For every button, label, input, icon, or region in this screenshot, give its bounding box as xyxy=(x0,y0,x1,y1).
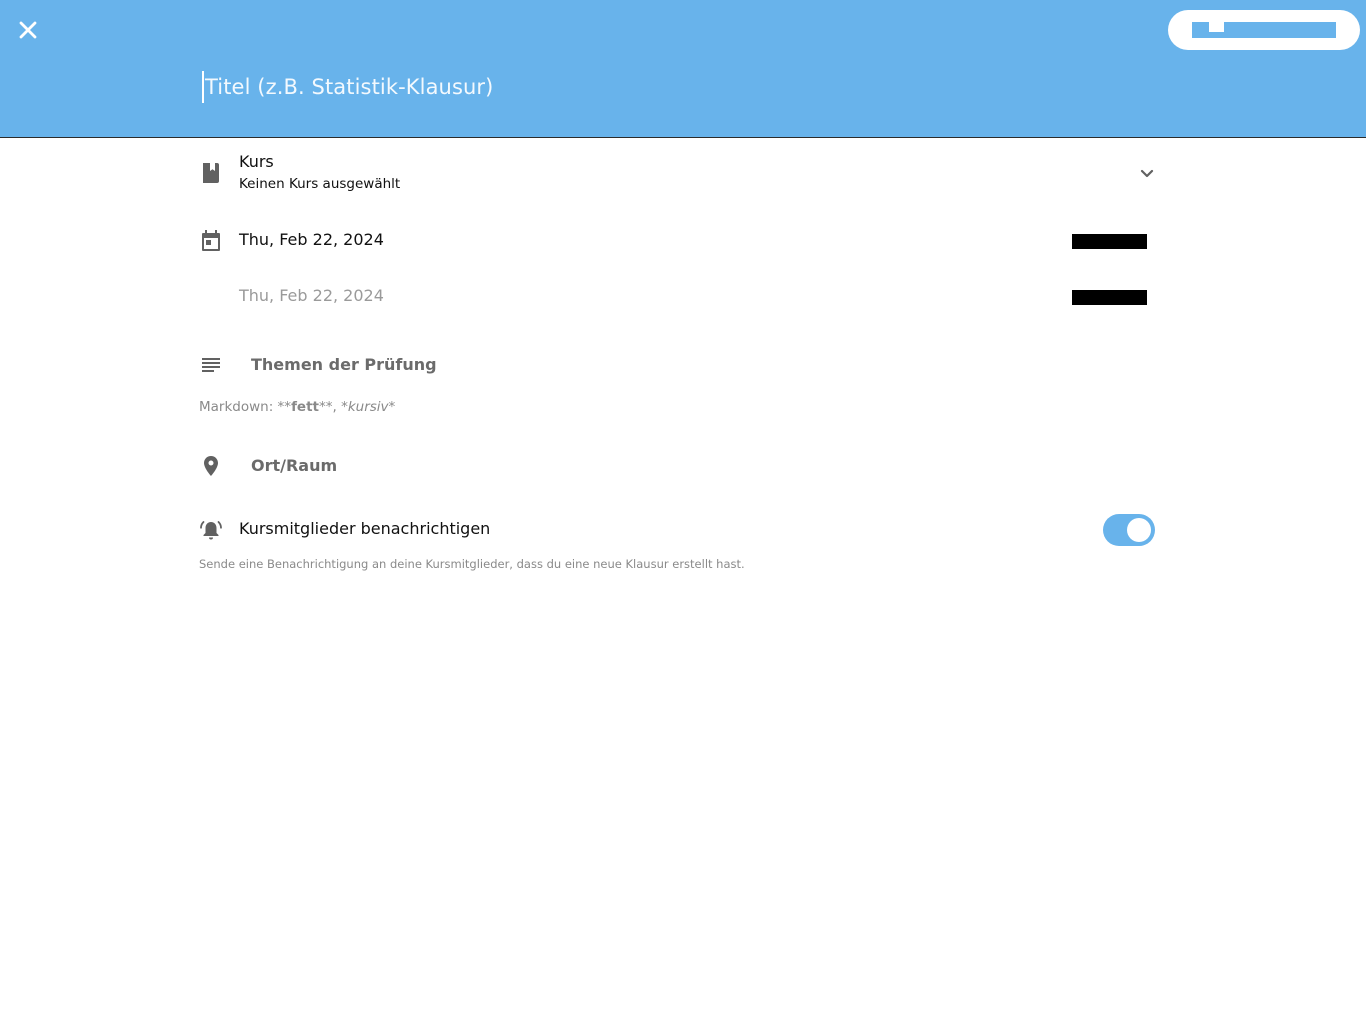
calendar-icon xyxy=(199,229,223,253)
end-date-field[interactable]: Thu, Feb 22, 2024 xyxy=(239,286,384,305)
markdown-middle: **, * xyxy=(319,399,348,415)
end-time-field[interactable] xyxy=(1072,290,1147,305)
location-input[interactable]: Ort/Raum xyxy=(251,456,337,475)
notify-toggle[interactable] xyxy=(1103,514,1155,546)
save-button-placeholder-notch xyxy=(1209,22,1224,32)
app-header: Titel (z.B. Statistik-Klausur) xyxy=(0,0,1366,138)
close-button[interactable] xyxy=(14,16,42,44)
markdown-bold-example: fett xyxy=(291,399,319,415)
alarm-bell-icon xyxy=(199,518,223,542)
book-icon xyxy=(199,161,223,185)
close-icon xyxy=(19,21,37,39)
start-time-field[interactable] xyxy=(1072,234,1147,249)
start-date-field[interactable]: Thu, Feb 22, 2024 xyxy=(239,230,384,249)
course-value[interactable]: Keinen Kurs ausgewählt xyxy=(239,176,400,192)
location-pin-icon xyxy=(199,454,223,478)
markdown-hint: Markdown: **fett**, *kursiv* xyxy=(199,399,395,415)
notes-icon xyxy=(199,353,223,377)
title-placeholder: Titel (z.B. Statistik-Klausur) xyxy=(205,75,494,99)
markdown-suffix: * xyxy=(388,399,396,415)
markdown-italic-example: kursiv xyxy=(347,399,389,415)
course-dropdown-button[interactable] xyxy=(1135,161,1159,185)
markdown-prefix: Markdown: ** xyxy=(199,399,292,415)
text-caret xyxy=(202,71,204,103)
notify-label: Kursmitglieder benachrichtigen xyxy=(239,519,491,538)
course-label: Kurs xyxy=(239,152,274,171)
topics-input[interactable]: Themen der Prüfung xyxy=(251,355,437,374)
chevron-down-icon xyxy=(1140,169,1154,178)
notify-toggle-knob xyxy=(1127,518,1151,542)
title-input[interactable]: Titel (z.B. Statistik-Klausur) xyxy=(202,70,493,104)
save-button[interactable] xyxy=(1168,10,1360,50)
notify-description: Sende eine Benachrichtigung an deine Kur… xyxy=(199,557,745,571)
